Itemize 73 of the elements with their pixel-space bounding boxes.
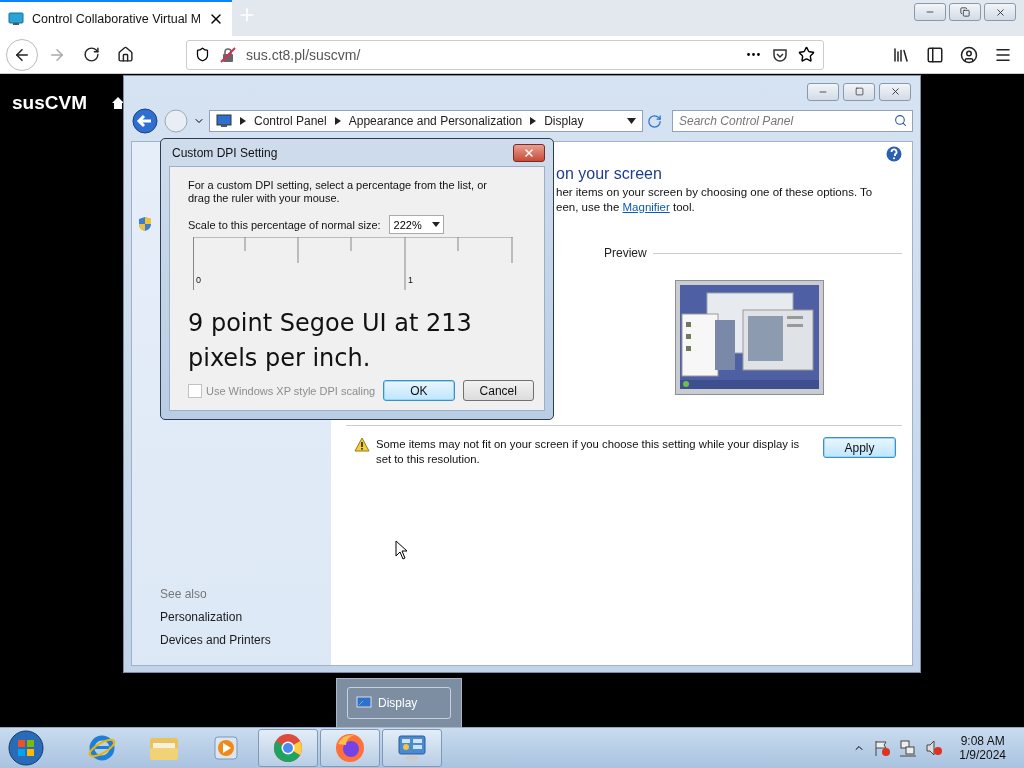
magnifier-link[interactable]: Magnifier — [622, 201, 670, 213]
page-heading: on your screen — [556, 165, 663, 183]
ruler-label: 0 — [196, 275, 201, 285]
maximize-icon — [854, 87, 864, 96]
url-field[interactable]: sus.ct8.pl/suscvm/ — [186, 39, 824, 70]
home-icon[interactable] — [116, 46, 134, 63]
chevron-icon — [334, 117, 341, 125]
control-panel-icon — [396, 733, 428, 763]
scale-dropdown[interactable]: 222% — [388, 215, 444, 234]
breadcrumb[interactable]: Display — [544, 114, 584, 128]
refresh-icon[interactable] — [647, 113, 662, 129]
clock[interactable]: 9:08 AM 1/9/2024 — [959, 734, 1006, 762]
minimize-button[interactable] — [914, 3, 946, 21]
breadcrumb[interactable]: Control Panel — [254, 114, 327, 128]
help-icon[interactable] — [886, 146, 902, 162]
reload-icon[interactable] — [82, 46, 100, 63]
taskbar-app[interactable] — [320, 729, 380, 767]
back-button[interactable] — [131, 107, 159, 135]
network-icon[interactable] — [899, 739, 918, 757]
preview-label: Preview — [604, 246, 647, 260]
see-also-link[interactable]: Devices and Printers — [160, 633, 331, 647]
firefox-icon — [334, 732, 366, 764]
monitor-icon — [8, 12, 24, 26]
shield-icon — [195, 47, 210, 62]
monitor-icon — [216, 114, 232, 128]
caret-icon — [431, 222, 440, 227]
address-bar[interactable]: Control Panel Appearance and Personalization Display — [209, 110, 643, 132]
chevron-icon — [530, 117, 537, 125]
description-text: een, use the Magnifier tool. — [556, 201, 696, 213]
breadcrumb[interactable]: Appearance and Personalization — [348, 114, 523, 128]
sample-text: 9 point Segoe UI at 213 pixels per inch. — [188, 308, 473, 374]
taskbar-app[interactable] — [382, 729, 442, 767]
start-button[interactable] — [6, 728, 46, 768]
globe-icon — [87, 733, 117, 763]
chrome-icon — [272, 732, 304, 764]
search-icon — [894, 114, 907, 127]
ok-button[interactable]: OK — [383, 380, 455, 401]
ruler-label: 1 — [408, 275, 413, 285]
checkbox-label: Use Windows XP style DPI scaling — [206, 384, 376, 397]
pocket-icon[interactable] — [772, 46, 788, 63]
dpi-ruler[interactable]: 0 1 — [193, 237, 513, 290]
warning-icon — [354, 437, 370, 452]
description-text: her items on your screen by choosing one of these options. To — [556, 186, 874, 198]
brand-title: susCVM — [12, 92, 87, 114]
instructions-text: For a custom DPI setting, select a percentage from the list, or drag the ruler with your mouse. — [188, 179, 488, 205]
cancel-button[interactable]: Cancel — [462, 380, 534, 401]
play-icon — [212, 734, 240, 762]
bookmark-star-icon[interactable] — [798, 46, 815, 63]
see-also-title: See also — [160, 587, 208, 601]
apply-button[interactable]: Apply — [823, 437, 896, 458]
close-button[interactable] — [513, 143, 545, 162]
restore-button[interactable] — [949, 3, 981, 21]
action-center-flag-icon[interactable] — [873, 739, 892, 757]
cursor-icon — [395, 540, 409, 560]
maximize-button[interactable] — [843, 82, 875, 101]
see-also-link[interactable]: Personalization — [160, 610, 331, 624]
close-icon — [994, 6, 1006, 18]
close-icon — [523, 146, 535, 159]
dialog-title: Custom DPI Setting — [171, 145, 278, 160]
security-shield-icon — [138, 216, 152, 232]
home-icon[interactable] — [111, 96, 125, 110]
speaker-muted-icon[interactable] — [925, 739, 944, 757]
dropdown-icon[interactable] — [627, 118, 636, 124]
close-icon — [889, 86, 901, 97]
minimize-button[interactable] — [807, 82, 839, 101]
search-field[interactable]: Search Control Panel — [672, 110, 913, 132]
insecure-lock-icon — [220, 46, 236, 63]
restore-icon — [960, 7, 970, 17]
taskbar-app[interactable] — [258, 729, 318, 767]
warning-text: Some items may not fit on your screen if you choose this setting while your display is set to this resolution. — [376, 437, 801, 467]
scale-label: Scale to this percentage of normal size: — [188, 218, 381, 231]
chevron-icon — [240, 117, 246, 125]
browser-tab[interactable]: Control Collaborative Virtual M — [0, 0, 232, 36]
